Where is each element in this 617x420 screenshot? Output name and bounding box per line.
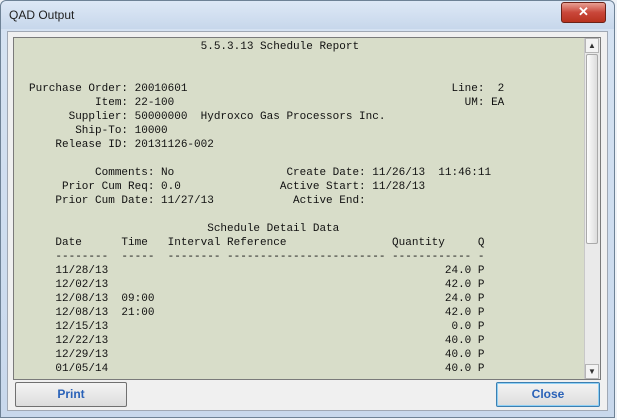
report-line: Item: 22-100 UM: EA (29, 97, 505, 109)
report-line: 12/08/13 21:00 42.0 P (29, 307, 485, 319)
report-line: Ship-To: 10000 (29, 125, 168, 137)
report-line: 12/02/13 42.0 P (29, 279, 485, 291)
scrollbar-thumb[interactable] (586, 54, 598, 244)
window-close-icon[interactable]: ✕ (561, 2, 606, 23)
report-line: Prior Cum Req: 0.0 Active Start: 11/28/1… (29, 181, 426, 193)
print-button[interactable]: Print (15, 382, 127, 407)
report-line: 5.5.3.13 Schedule Report (29, 41, 360, 53)
vertical-scrollbar[interactable]: ▲ ▼ (584, 38, 600, 379)
report-line: -------- ----- -------- ----------------… (29, 251, 485, 263)
report-line: 12/22/13 40.0 P (29, 335, 485, 347)
report-line: Comments: No Create Date: 11/26/13 11:46… (29, 167, 492, 179)
close-button[interactable]: Close (496, 382, 600, 407)
scroll-up-icon[interactable]: ▲ (585, 38, 599, 53)
title-bar[interactable]: QAD Output ✕ (1, 1, 614, 29)
report-line: Release ID: 20131126-002 (29, 139, 214, 151)
scroll-down-icon[interactable]: ▼ (585, 364, 599, 379)
report-line: 12/29/13 40.0 P (29, 349, 485, 361)
report-line: 01/05/14 40.0 P (29, 363, 485, 375)
report-line: Supplier: 50000000 Hydroxco Gas Processo… (29, 111, 386, 123)
report-line: Prior Cum Date: 11/27/13 Active End: (29, 195, 366, 207)
report-line: 12/15/13 0.0 P (29, 321, 485, 333)
window-title: QAD Output (9, 8, 75, 22)
report-output-area: 5.5.3.13 Schedule Report Purchase Order:… (13, 37, 601, 380)
report-text: 5.5.3.13 Schedule Report Purchase Order:… (14, 38, 588, 376)
report-line: Schedule Detail Data (29, 223, 340, 235)
qad-output-window: QAD Output ✕ 5.5.3.13 Schedule Report Pu… (0, 0, 615, 418)
dialog-client-area: 5.5.3.13 Schedule Report Purchase Order:… (7, 31, 608, 411)
report-text-viewport[interactable]: 5.5.3.13 Schedule Report Purchase Order:… (14, 38, 588, 379)
report-line: 11/28/13 24.0 P (29, 265, 485, 277)
report-line: 12/08/13 09:00 24.0 P (29, 293, 485, 305)
report-line: Purchase Order: 20010601 Line: 2 (29, 83, 505, 95)
report-line: Date Time Interval Reference Quantity Q (29, 237, 485, 249)
